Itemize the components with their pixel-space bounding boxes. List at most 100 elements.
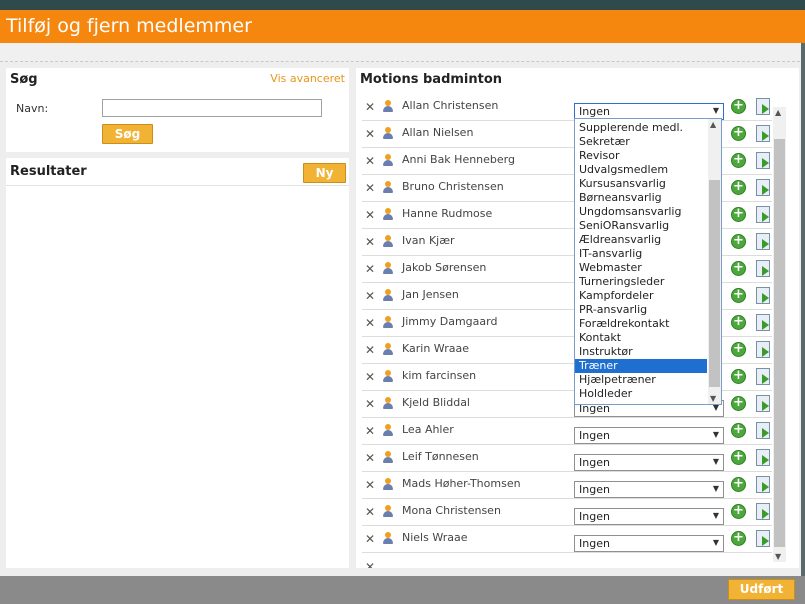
add-icon[interactable]: + xyxy=(731,531,746,546)
add-icon[interactable]: + xyxy=(731,99,746,114)
dropdown-scroll-down[interactable]: ▼ xyxy=(710,394,716,403)
close-icon[interactable]: ✕ xyxy=(365,424,375,438)
role-select[interactable]: Ingen ▼ xyxy=(574,535,724,552)
add-icon[interactable]: + xyxy=(731,423,746,438)
role-option[interactable]: Kampfordeler xyxy=(579,289,654,303)
chevron-down-icon: ▼ xyxy=(712,538,719,547)
role-option[interactable]: Udvalgsmedlem xyxy=(579,163,668,177)
close-icon[interactable]: ✕ xyxy=(365,208,375,222)
add-icon[interactable]: + xyxy=(731,180,746,195)
role-option[interactable]: Ældreansvarlig xyxy=(579,233,661,247)
add-icon[interactable]: + xyxy=(731,261,746,276)
assign-document-icon[interactable] xyxy=(756,125,770,142)
add-icon[interactable]: + xyxy=(731,234,746,249)
members-scrollbar[interactable]: ▲ ▼ xyxy=(773,107,786,562)
role-select[interactable]: Ingen ▼ xyxy=(574,427,724,444)
member-row: ✕ Mads Høher-Thomsen Ingen ▼ + xyxy=(362,472,772,499)
role-option[interactable]: Ungdomsansvarlig xyxy=(579,205,681,219)
add-icon[interactable]: + xyxy=(731,504,746,519)
scroll-up-arrow[interactable]: ▲ xyxy=(775,108,781,117)
add-icon[interactable]: + xyxy=(731,126,746,141)
add-icon[interactable]: + xyxy=(731,369,746,384)
add-icon[interactable]: + xyxy=(731,450,746,465)
role-option[interactable]: Forældrekontakt xyxy=(579,317,670,331)
close-icon[interactable]: ✕ xyxy=(365,343,375,357)
role-select-value: Ingen xyxy=(579,105,610,118)
assign-document-icon[interactable] xyxy=(756,422,770,439)
role-option[interactable]: Sekretær xyxy=(579,135,630,149)
role-option[interactable]: Hjælpetræner xyxy=(579,373,656,387)
close-icon[interactable]: ✕ xyxy=(365,451,375,465)
scroll-down-arrow[interactable]: ▼ xyxy=(775,552,781,561)
member-row: ✕ Niels Wraae Ingen ▼ + xyxy=(362,526,772,553)
add-icon[interactable]: + xyxy=(731,342,746,357)
role-option[interactable]: Revisor xyxy=(579,149,619,163)
assign-document-icon[interactable] xyxy=(756,206,770,223)
close-icon[interactable]: ✕ xyxy=(365,262,375,276)
role-option[interactable]: Supplerende medl. xyxy=(579,121,683,135)
done-button[interactable]: Udført xyxy=(728,579,795,600)
assign-document-icon[interactable] xyxy=(756,179,770,196)
role-dropdown-list[interactable]: ▲ ▼ Supplerende medl. Sekretær Revisor Udva… xyxy=(574,118,722,405)
close-icon[interactable]: ✕ xyxy=(365,370,375,384)
add-icon[interactable]: + xyxy=(731,477,746,492)
assign-document-icon[interactable] xyxy=(756,503,770,520)
member-name: Kjeld Bliddal xyxy=(402,396,470,409)
role-option[interactable]: Webmaster xyxy=(579,261,642,275)
assign-document-icon[interactable] xyxy=(756,476,770,493)
role-option[interactable]: Træner xyxy=(575,359,707,373)
role-option[interactable]: Holdleder xyxy=(579,387,632,401)
add-icon[interactable]: + xyxy=(731,396,746,411)
role-option[interactable]: Børneansvarlig xyxy=(579,191,662,205)
assign-document-icon[interactable] xyxy=(756,530,770,547)
new-button[interactable]: Ny xyxy=(303,163,346,183)
scroll-thumb[interactable] xyxy=(774,139,785,547)
close-icon[interactable]: ✕ xyxy=(365,505,375,519)
assign-document-icon[interactable] xyxy=(756,98,770,115)
role-option[interactable]: Instruktør xyxy=(579,345,633,359)
assign-document-icon[interactable] xyxy=(756,368,770,385)
close-icon[interactable]: ✕ xyxy=(365,235,375,249)
close-icon[interactable]: ✕ xyxy=(365,532,375,546)
role-select[interactable]: Ingen ▼ xyxy=(574,481,724,498)
role-option[interactable]: IT-ansvarlig xyxy=(579,247,642,261)
add-icon[interactable]: + xyxy=(731,288,746,303)
close-icon[interactable]: ✕ xyxy=(365,478,375,492)
role-select[interactable]: Ingen ▼ xyxy=(574,454,724,471)
search-button[interactable]: Søg xyxy=(102,124,153,144)
close-icon[interactable]: ✕ xyxy=(365,397,375,411)
role-option[interactable]: Turneringsleder xyxy=(579,275,664,289)
advanced-search-link[interactable]: Vis avanceret xyxy=(270,72,345,85)
dropdown-scrollbar[interactable]: ▲ ▼ xyxy=(708,119,721,404)
assign-document-icon[interactable] xyxy=(756,260,770,277)
assign-document-icon[interactable] xyxy=(756,152,770,169)
add-icon[interactable]: + xyxy=(731,153,746,168)
name-label: Navn: xyxy=(16,102,49,115)
assign-document-icon[interactable] xyxy=(756,341,770,358)
person-icon xyxy=(383,127,393,139)
close-icon[interactable]: ✕ xyxy=(365,100,375,114)
person-icon xyxy=(383,478,393,490)
assign-document-icon[interactable] xyxy=(756,449,770,466)
close-icon[interactable]: ✕ xyxy=(365,127,375,141)
role-option[interactable]: Kursusansvarlig xyxy=(579,177,666,191)
add-icon[interactable]: + xyxy=(731,315,746,330)
dropdown-scroll-up[interactable]: ▲ xyxy=(710,120,716,129)
chevron-down-icon: ▼ xyxy=(712,106,719,115)
role-select[interactable]: Ingen ▼ xyxy=(574,508,724,525)
assign-document-icon[interactable] xyxy=(756,287,770,304)
close-icon[interactable]: ✕ xyxy=(365,181,375,195)
assign-document-icon[interactable] xyxy=(756,233,770,250)
member-name: Mona Christensen xyxy=(402,504,501,517)
dropdown-scroll-thumb[interactable] xyxy=(709,180,720,387)
role-option[interactable]: PR-ansvarlig xyxy=(579,303,647,317)
role-option[interactable]: SeniORansvarlig xyxy=(579,219,669,233)
add-icon[interactable]: + xyxy=(731,207,746,222)
close-icon[interactable]: ✕ xyxy=(365,154,375,168)
close-icon[interactable]: ✕ xyxy=(365,289,375,303)
role-option[interactable]: Kontakt xyxy=(579,331,621,345)
name-search-input[interactable] xyxy=(102,99,322,117)
assign-document-icon[interactable] xyxy=(756,314,770,331)
close-icon[interactable]: ✕ xyxy=(365,316,375,330)
assign-document-icon[interactable] xyxy=(756,395,770,412)
